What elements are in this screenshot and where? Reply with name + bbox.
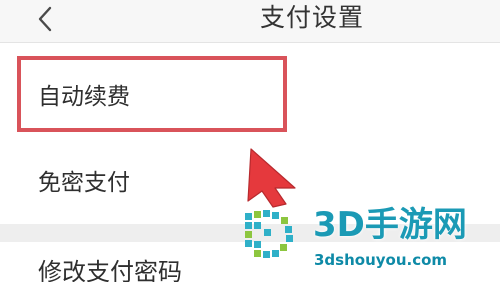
- auto-renewal-item[interactable]: 自动续费: [0, 53, 500, 141]
- settings-list: 自动续费 免密支付: [0, 43, 500, 227]
- change-payment-password-label: 修改支付密码: [38, 258, 182, 282]
- change-payment-password-item[interactable]: 修改支付密码: [0, 242, 500, 282]
- password-free-payment-item[interactable]: 免密支付: [0, 139, 500, 227]
- navigation-bar: 支付设置: [0, 0, 500, 43]
- auto-renewal-label: 自动续费: [38, 84, 130, 110]
- back-button[interactable]: [28, 0, 62, 38]
- page-title: 支付设置: [260, 3, 365, 32]
- chevron-left-icon: [38, 6, 52, 32]
- section-gap: [0, 224, 500, 242]
- payment-settings-screen: 支付设置 自动续费 免密支付 修改支付密码 3D手游网 3dshouyou.co…: [0, 0, 500, 282]
- password-free-payment-label: 免密支付: [38, 170, 130, 196]
